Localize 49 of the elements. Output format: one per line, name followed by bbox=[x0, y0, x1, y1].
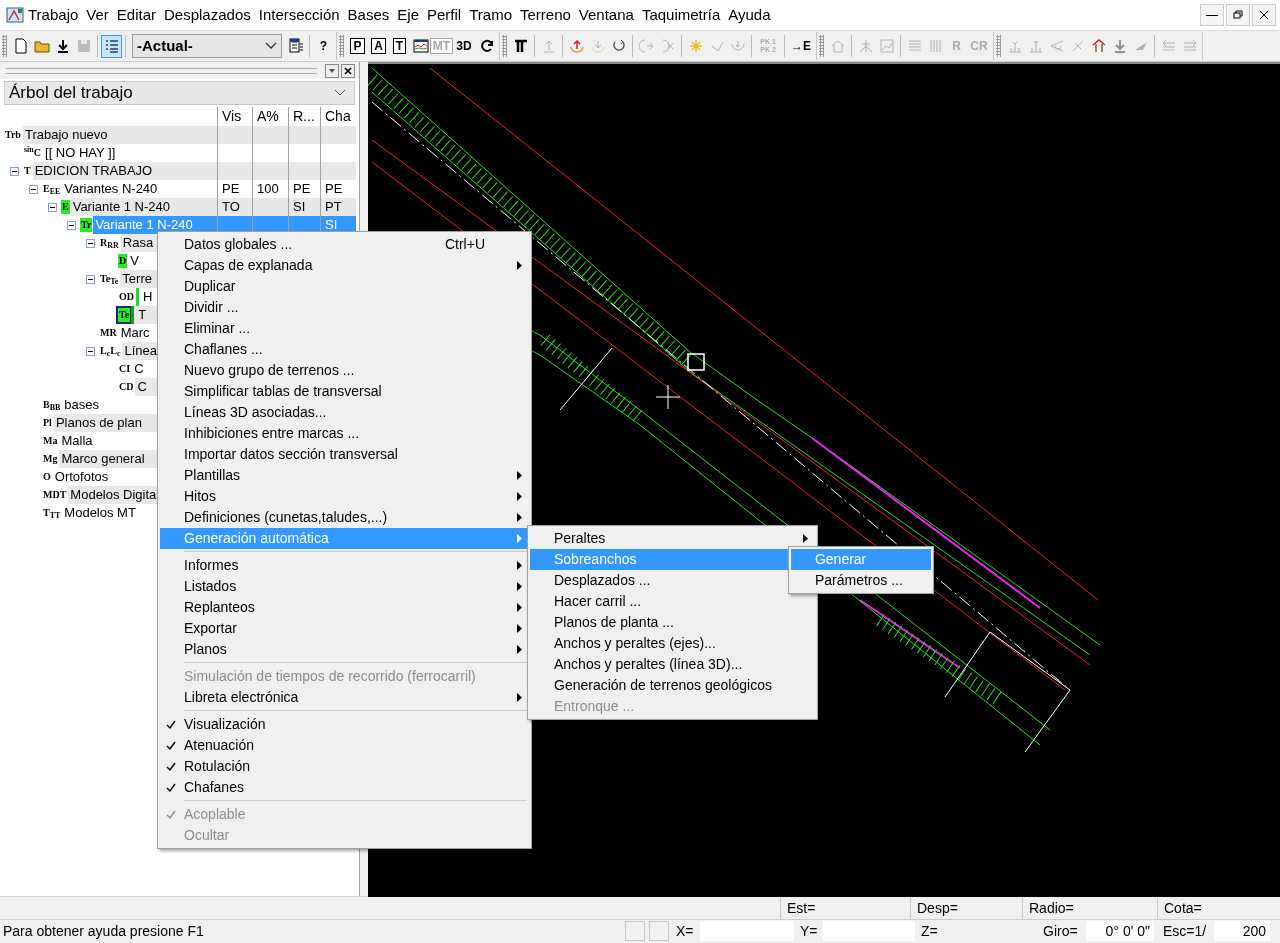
node-label: C bbox=[136, 378, 148, 396]
node-type-icon: R$_{RR}$ bbox=[99, 236, 120, 250]
node-type-icon: Tr bbox=[80, 218, 93, 232]
node-label: H bbox=[142, 288, 154, 306]
help-text: Para obtener ayuda presione F1 bbox=[2, 921, 205, 941]
node-label: Marco general bbox=[60, 450, 146, 468]
status-label: Est= bbox=[780, 897, 910, 919]
node-label: Variante 1 N-240 bbox=[71, 198, 171, 216]
coordinate-field: 0° 0' 0" bbox=[1086, 921, 1154, 941]
status-label: Cota= bbox=[1157, 897, 1280, 919]
node-type-icon: E bbox=[61, 200, 70, 214]
status-label: Giro= bbox=[1042, 921, 1079, 941]
node-type-icon: Ma bbox=[42, 434, 59, 448]
node-type-icon: O bbox=[42, 470, 52, 484]
node-label: Trabajo nuevo bbox=[23, 126, 109, 144]
node-type-icon: CD bbox=[118, 380, 135, 394]
node-type-icon: L$_{c}$L$_{c}$ bbox=[99, 344, 122, 358]
status-label: Y= bbox=[799, 921, 819, 941]
node-type-icon: $^{sin}$C bbox=[23, 146, 43, 160]
node-label: Línea bbox=[123, 342, 158, 360]
node-type-icon: CI bbox=[118, 362, 132, 376]
node-type-icon: MR bbox=[99, 326, 118, 340]
node-type-icon: OD bbox=[118, 290, 135, 304]
node-type-icon: Mg bbox=[42, 452, 59, 466]
node-type-icon: E$_{EE}$ bbox=[42, 182, 62, 196]
node-type-icon: MDT bbox=[42, 488, 68, 502]
node-label: EDICION TRABAJO bbox=[33, 162, 154, 180]
node-type-icon: Te$_{Te}$ bbox=[99, 272, 120, 286]
node-label: Variante 1 N-240 bbox=[94, 216, 194, 234]
node-label: [[ NO HAY ]] bbox=[44, 144, 117, 162]
status-label: Z= bbox=[920, 921, 939, 941]
node-type-icon: Te bbox=[118, 308, 131, 322]
node-label: Terre bbox=[121, 270, 153, 288]
status-label: Radio= bbox=[1022, 897, 1157, 919]
coordinate-field: 200 bbox=[1214, 921, 1270, 941]
node-label: T bbox=[137, 306, 148, 324]
node-type-icon: T bbox=[23, 164, 32, 178]
node-label: Modelos Digita bbox=[69, 486, 158, 504]
node-label: Rasa bbox=[121, 234, 155, 252]
status-label: Desp= bbox=[910, 897, 1022, 919]
node-type-icon: Pl bbox=[42, 416, 53, 430]
status-label: Esc=1/ bbox=[1162, 921, 1208, 941]
node-type-icon: B$_{BB}$ bbox=[42, 398, 62, 412]
node-type-icon: D bbox=[118, 254, 128, 268]
node-label: Variantes N-240 bbox=[63, 180, 159, 198]
node-type-icon: Trb bbox=[4, 128, 22, 142]
status-label: X= bbox=[675, 921, 695, 941]
node-label: Planos de plan bbox=[54, 414, 143, 432]
node-type-icon: T$_{TT}$ bbox=[42, 506, 62, 520]
